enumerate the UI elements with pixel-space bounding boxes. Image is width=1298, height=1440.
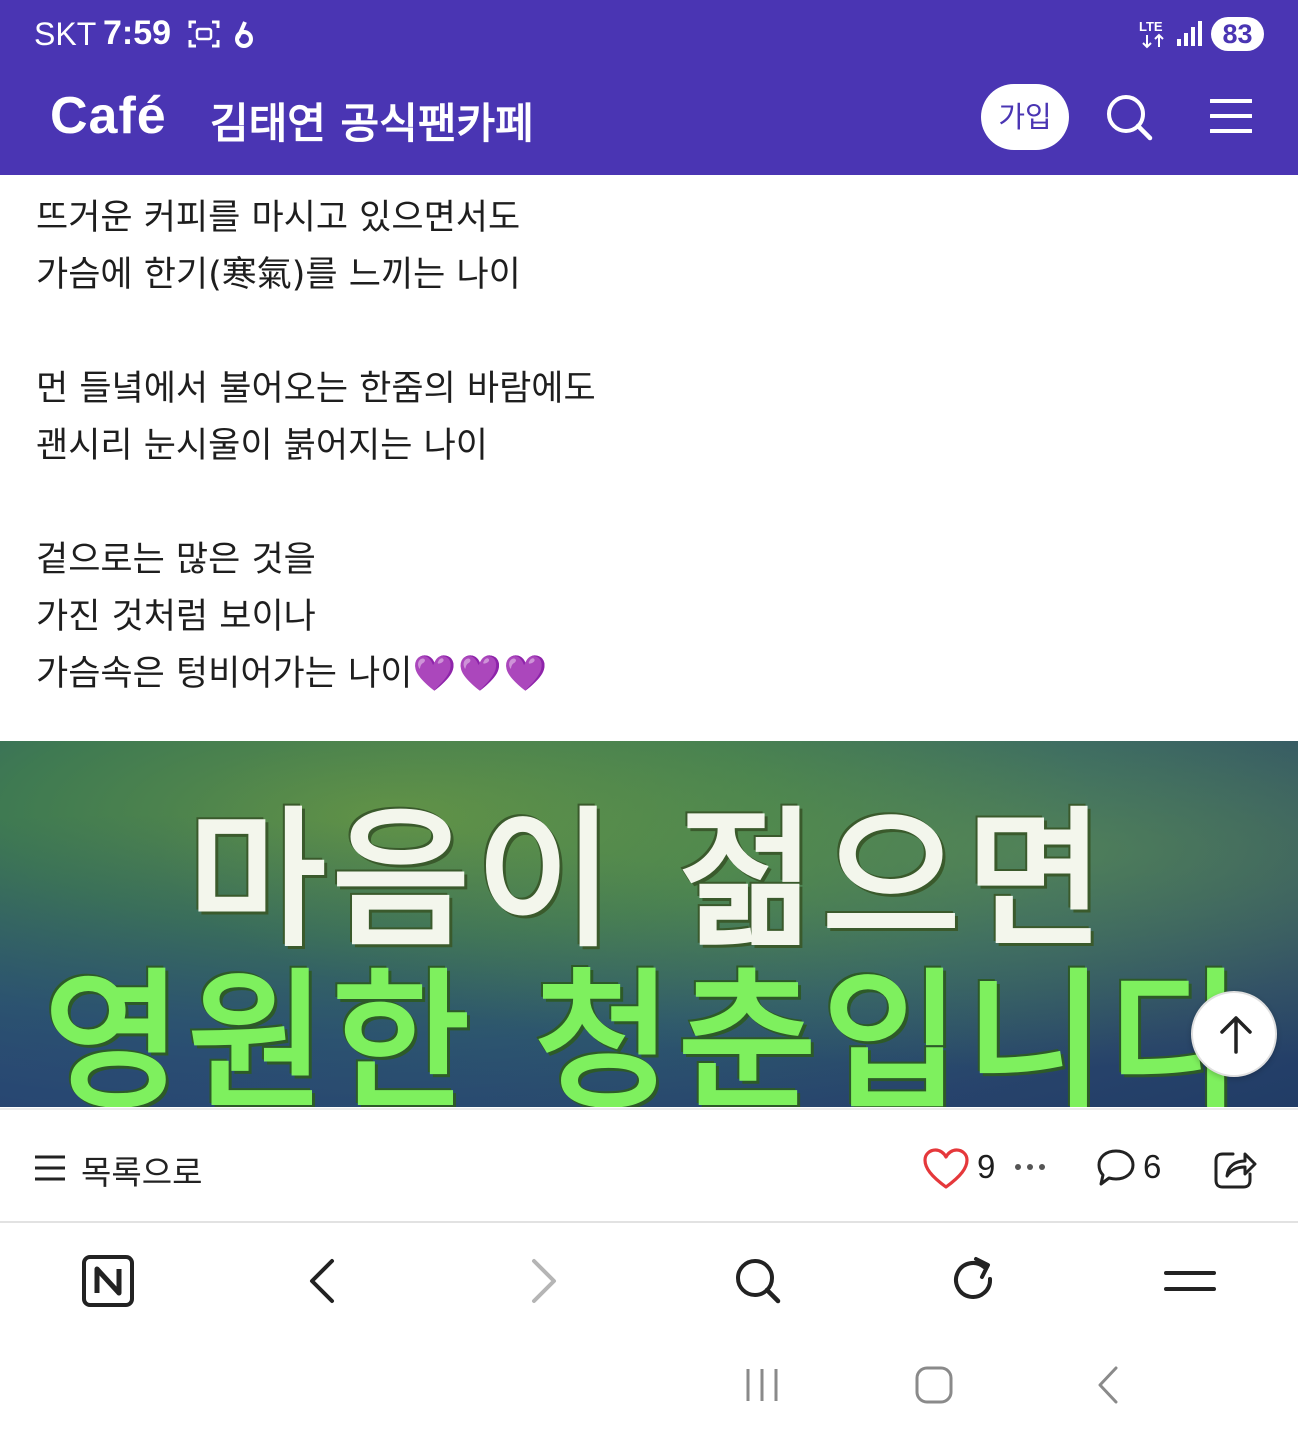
share-icon[interactable] [1213, 1148, 1257, 1190]
menu-icon[interactable] [1210, 98, 1252, 134]
refresh-icon[interactable] [946, 1253, 1002, 1309]
signal-icon [1177, 21, 1202, 46]
network-indicator-icon [235, 21, 253, 48]
lte-icon: LTE [1139, 19, 1164, 49]
home-icon[interactable] [914, 1365, 954, 1405]
search-icon[interactable] [1104, 92, 1154, 142]
more-icon[interactable] [1014, 1162, 1046, 1172]
comment-icon[interactable] [1096, 1148, 1136, 1188]
post-line: 가슴에 한기(寒氣)를 느끼는 나이 [36, 255, 521, 295]
battery-indicator: 83 [1211, 17, 1264, 51]
screen-capture-icon [188, 20, 220, 48]
menu-icon[interactable] [1162, 1253, 1218, 1309]
browser-toolbar [0, 1225, 1298, 1335]
status-bar: SKT 7:59 LTE 83 [0, 0, 1298, 70]
post-line-blank [36, 304, 1266, 361]
post-image[interactable]: 마음이 젊으면 영원한 청춘입니다 [0, 741, 1298, 1107]
purple-heart-emoji: 💜💜💜 [412, 654, 550, 694]
post-line: 겉으로는 많은 것을 [36, 540, 316, 580]
post-line: 뜨거운 커피를 마시고 있으면서도 [36, 198, 521, 238]
recent-apps-icon[interactable] [742, 1365, 782, 1405]
join-button[interactable]: 가입 [981, 84, 1069, 150]
like-count: 9 [977, 1148, 996, 1185]
scroll-to-top-button[interactable] [1191, 991, 1277, 1077]
naver-icon[interactable] [80, 1253, 136, 1309]
clock: 7:59 [103, 14, 172, 52]
back-icon[interactable] [1090, 1365, 1130, 1405]
search-icon[interactable] [730, 1253, 786, 1309]
post-line: 먼 들녘에서 불어오는 한줌의 바람에도 [36, 369, 596, 409]
post-line: 가진 것처럼 보이나 [36, 597, 316, 637]
list-icon[interactable] [34, 1154, 66, 1182]
arrow-up-icon [1220, 1016, 1252, 1054]
cafe-logo[interactable]: Café [50, 86, 167, 146]
post-line-blank [36, 475, 1266, 532]
post-body: 뜨거운 커피를 마시고 있으면서도 가슴에 한기(寒氣)를 느끼는 나이 먼 들… [36, 190, 1266, 703]
post-action-bar: 목록으로 9 6 [0, 1108, 1298, 1223]
back-to-list-button[interactable]: 목록으로 [81, 1146, 202, 1194]
post-line-last: 가슴속은 텅비어가는 나이💜💜💜 [36, 646, 1266, 703]
comment-count: 6 [1143, 1148, 1162, 1185]
app-header: SKT 7:59 LTE 83 Café 김태연 공식팬카페 가입 [0, 0, 1298, 175]
post-line: 괜시리 눈시울이 붉어지는 나이 [36, 426, 488, 466]
system-navigation-bar [0, 1335, 1298, 1440]
post-line: 가슴속은 텅비어가는 나이 [36, 654, 413, 694]
cafe-title[interactable]: 김태연 공식팬카페 [210, 90, 534, 151]
back-arrow-icon[interactable] [296, 1253, 352, 1309]
image-text-line2: 영원한 청춘입니다 [43, 956, 1255, 1107]
svg-text:LTE: LTE [1139, 19, 1163, 34]
carrier-label: SKT [34, 16, 97, 52]
forward-arrow-icon[interactable] [514, 1253, 570, 1309]
heart-icon[interactable] [923, 1148, 969, 1190]
